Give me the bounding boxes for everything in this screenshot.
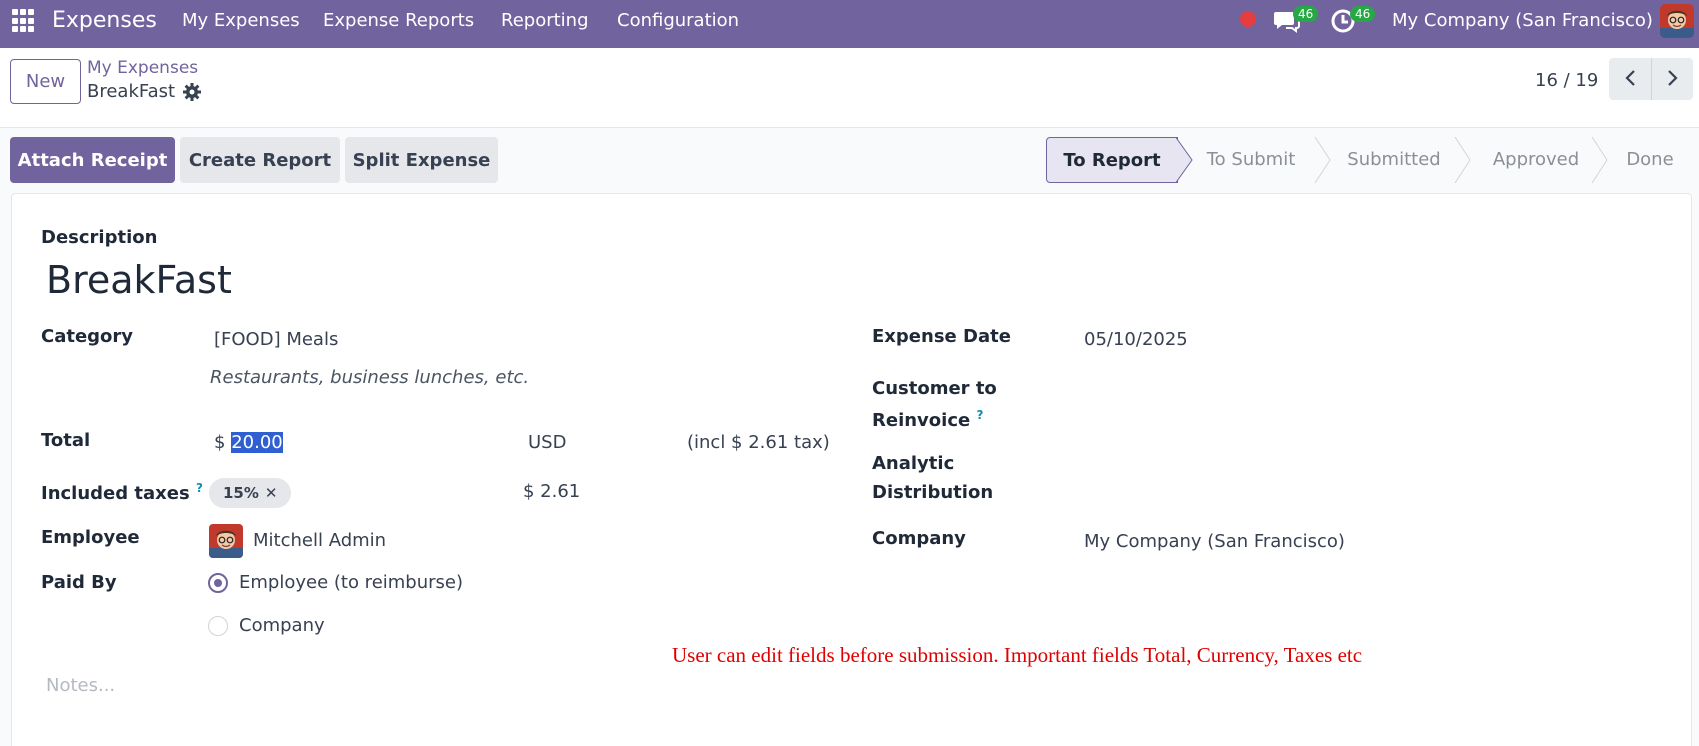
status-bar: To Report To Submit Submitted Approved D… xyxy=(1046,137,1694,183)
category-label: Category xyxy=(41,326,134,347)
chat-badge: 46 xyxy=(1293,6,1319,22)
stage-separator xyxy=(1591,137,1608,183)
app-name[interactable]: Expenses xyxy=(52,8,157,33)
currency-symbol: $ xyxy=(214,432,226,453)
tax-tag-label: 15% xyxy=(223,484,259,502)
customer-reinvoice-label-line1: Customer to xyxy=(872,378,997,399)
menu-configuration[interactable]: Configuration xyxy=(617,10,739,31)
analytic-label-line1: Analytic xyxy=(872,453,955,474)
total-amount-input[interactable]: 20.00 xyxy=(231,432,283,453)
reinvoice-help-icon[interactable]: ? xyxy=(976,408,983,422)
analytic-label-line2: Distribution xyxy=(872,482,994,503)
chevron-right-icon xyxy=(1667,69,1678,86)
apps-grid-icon[interactable] xyxy=(12,9,36,33)
tax-tag[interactable]: 15% ✕ xyxy=(209,478,292,508)
pager-next-button[interactable] xyxy=(1651,58,1693,100)
menu-expense-reports[interactable]: Expense Reports xyxy=(323,10,474,31)
paid-by-label: Paid By xyxy=(41,572,117,593)
pager-previous-button[interactable] xyxy=(1609,58,1651,100)
description-field[interactable]: BreakFast xyxy=(46,258,232,302)
expense-date-label: Expense Date xyxy=(872,326,1011,347)
stage-arrow-active xyxy=(1176,137,1193,183)
menu-reporting[interactable]: Reporting xyxy=(501,10,589,31)
gear-icon[interactable] xyxy=(183,83,201,101)
total-label: Total xyxy=(41,430,91,451)
stage-to-submit[interactable]: To Submit xyxy=(1186,137,1316,183)
paid-by-company-radio[interactable] xyxy=(208,616,228,636)
pager-value[interactable]: 16 / 19 xyxy=(1535,70,1598,91)
stage-separator xyxy=(1454,137,1471,183)
paid-by-employee-label[interactable]: Employee (to reimburse) xyxy=(239,572,463,593)
annotation-note: User can edit fields before submission. … xyxy=(672,643,1363,667)
included-taxes-label: Included taxes ? xyxy=(41,481,203,504)
top-navbar: Expenses My Expenses Expense Reports Rep… xyxy=(0,0,1699,48)
taxes-help-icon[interactable]: ? xyxy=(196,481,203,495)
breadcrumb-current-record: BreakFast xyxy=(87,81,176,102)
tax-note: (incl $ 2.61 tax) xyxy=(687,432,830,453)
stage-approved[interactable]: Approved xyxy=(1466,137,1606,183)
stage-done[interactable]: Done xyxy=(1606,137,1694,183)
category-hint: Restaurants, business lunches, etc. xyxy=(210,367,530,388)
customer-reinvoice-label-text: Reinvoice xyxy=(872,410,971,431)
chevron-left-icon xyxy=(1625,69,1635,86)
breadcrumb-my-expenses[interactable]: My Expenses xyxy=(87,58,198,78)
control-panel: New My Expenses BreakFast 16 / 19 xyxy=(0,48,1699,128)
notes-field[interactable]: Notes... xyxy=(46,675,115,696)
employee-avatar xyxy=(209,524,243,558)
paid-by-employee-radio[interactable] xyxy=(208,573,228,593)
total-field[interactable]: $ 20.00 xyxy=(214,432,283,453)
menu-my-expenses[interactable]: My Expenses xyxy=(182,10,300,31)
company-field[interactable]: My Company (San Francisco) xyxy=(1084,531,1345,552)
expense-date-field[interactable]: 05/10/2025 xyxy=(1084,329,1188,350)
tax-amount: $ 2.61 xyxy=(523,481,581,502)
stage-to-report[interactable]: To Report xyxy=(1046,137,1178,183)
attach-receipt-button[interactable]: Attach Receipt xyxy=(10,137,175,183)
included-taxes-label-text: Included taxes xyxy=(41,483,190,504)
create-report-button[interactable]: Create Report xyxy=(180,137,340,183)
company-switcher[interactable]: My Company (San Francisco) xyxy=(1392,10,1653,31)
recording-indicator-icon[interactable] xyxy=(1240,11,1256,27)
employee-label: Employee xyxy=(41,527,140,548)
category-field[interactable]: [FOOD] Meals xyxy=(214,329,338,350)
user-avatar[interactable] xyxy=(1660,4,1694,38)
customer-reinvoice-label-line2: Reinvoice ? xyxy=(872,408,983,431)
new-button[interactable]: New xyxy=(10,59,81,104)
paid-by-company-label[interactable]: Company xyxy=(239,615,325,636)
activity-badge: 46 xyxy=(1350,6,1376,22)
stage-submitted[interactable]: Submitted xyxy=(1324,137,1464,183)
remove-tag-icon[interactable]: ✕ xyxy=(265,484,278,502)
description-label: Description xyxy=(41,227,158,248)
currency-field[interactable]: USD xyxy=(528,432,566,453)
split-expense-button[interactable]: Split Expense xyxy=(345,137,498,183)
stage-separator xyxy=(1314,137,1331,183)
company-label: Company xyxy=(872,528,966,549)
employee-field[interactable]: Mitchell Admin xyxy=(253,530,386,551)
